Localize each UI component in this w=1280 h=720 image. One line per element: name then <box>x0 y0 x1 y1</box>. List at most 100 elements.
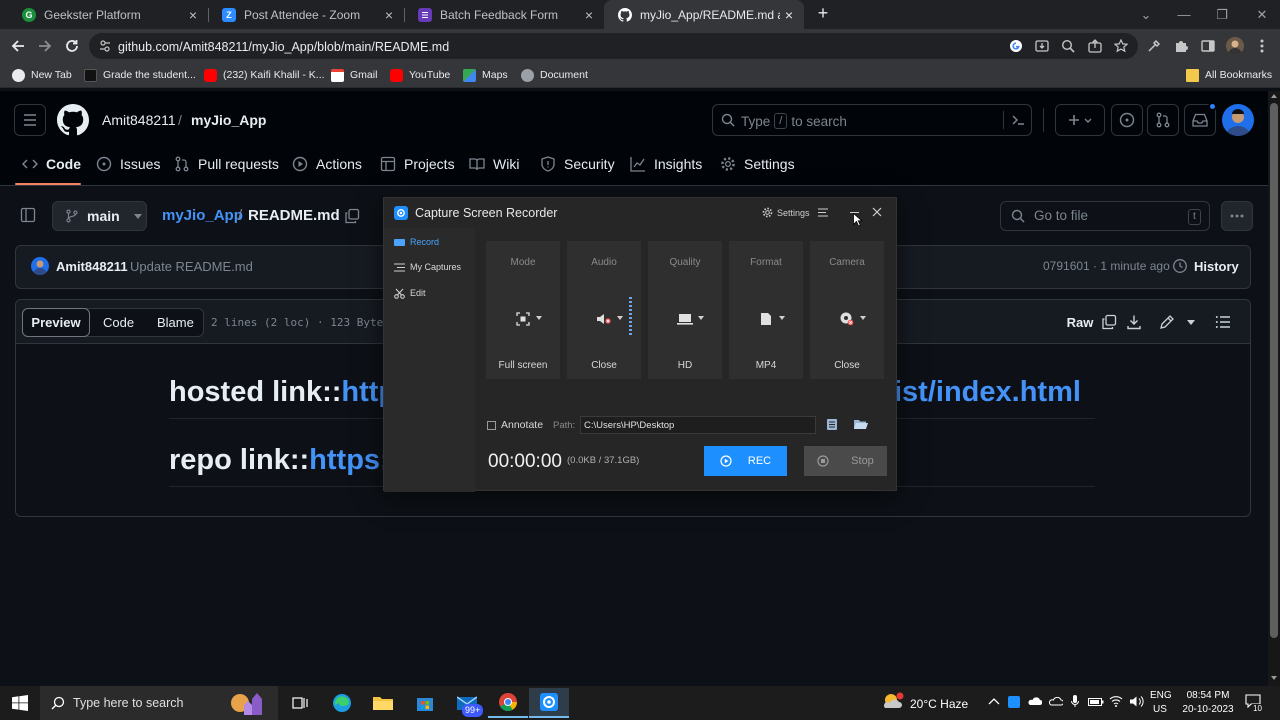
screen-recorder-taskbar-icon[interactable] <box>529 688 569 718</box>
tab-wiki[interactable]: Wiki <box>469 155 519 173</box>
google-lens-icon[interactable] <box>1008 38 1024 54</box>
edit-dropdown-icon[interactable] <box>1187 320 1195 325</box>
weather-icon[interactable] <box>882 692 904 712</box>
forward-arrow-icon[interactable] <box>35 36 55 56</box>
camera-tile[interactable]: Camera Close <box>810 241 884 379</box>
cloud-icon[interactable] <box>1049 697 1063 706</box>
browser-tab-active[interactable]: myJio_App/README.md at main × <box>604 0 804 29</box>
raw-button[interactable]: Raw <box>1062 308 1098 336</box>
all-bookmarks[interactable]: All Bookmarks <box>1186 67 1272 83</box>
rec-button[interactable]: REC <box>704 446 787 476</box>
sidebar-item-record[interactable]: Record <box>384 235 475 249</box>
stop-button[interactable]: Stop <box>804 446 887 476</box>
zoom-icon[interactable] <box>1060 38 1076 54</box>
download-icon[interactable] <box>1126 314 1142 330</box>
tab-projects[interactable]: Projects <box>380 155 455 173</box>
close-window-icon[interactable]: ✕ <box>1244 0 1280 29</box>
commit-author[interactable]: Amit848211 <box>56 259 128 274</box>
history-button[interactable]: History <box>1172 258 1239 274</box>
language-indicator[interactable]: ENG US <box>1150 690 1172 715</box>
audio-tile[interactable]: Audio Close <box>567 241 641 379</box>
tab-insights[interactable]: Insights <box>630 155 702 173</box>
tab-settings[interactable]: Settings <box>720 155 795 173</box>
tab-code[interactable]: Code <box>22 155 81 173</box>
scroll-up-icon[interactable] <box>1271 94 1277 98</box>
bookmark-document[interactable]: Document <box>521 67 588 83</box>
reload-icon[interactable] <box>62 36 82 56</box>
share-icon[interactable] <box>1087 38 1103 54</box>
file-tree-toggle-icon[interactable] <box>20 207 38 225</box>
path-input[interactable]: C:\Users\HP\Desktop <box>580 416 816 434</box>
wifi-icon[interactable] <box>1109 695 1123 707</box>
site-info-icon[interactable] <box>100 40 110 52</box>
breadcrumb-repo-link[interactable]: myJio_App <box>162 207 243 224</box>
close-tab-icon[interactable]: × <box>380 7 398 23</box>
weather-text[interactable]: 20°C Haze <box>910 697 968 711</box>
bookmark-youtube[interactable]: YouTube <box>390 67 450 83</box>
browser-tab[interactable]: G Geekster Platform × <box>8 0 208 29</box>
profile-avatar-icon[interactable] <box>1226 37 1244 55</box>
hamburger-menu-button[interactable] <box>14 104 46 136</box>
copy-path-icon[interactable] <box>344 208 360 224</box>
new-tab-button[interactable]: + <box>813 3 833 25</box>
github-logo-icon[interactable] <box>57 104 89 136</box>
scrollbar-thumb[interactable] <box>1270 103 1278 638</box>
eyedropper-icon[interactable] <box>1146 38 1162 54</box>
restore-window-icon[interactable]: ❐ <box>1204 0 1240 29</box>
bookmark-youtube-video[interactable]: (232) Kaifi Khalil - K... <box>204 67 325 83</box>
tab-search-chevron-icon[interactable]: ⌄ <box>1128 0 1164 29</box>
volume-icon[interactable] <box>1130 696 1144 707</box>
install-app-icon[interactable] <box>1034 38 1050 54</box>
recorder-menu-icon[interactable] <box>818 208 828 217</box>
chrome-icon[interactable] <box>488 688 528 718</box>
edit-pencil-icon[interactable] <box>1159 314 1175 330</box>
hosted-link-end[interactable]: ist/index.html <box>894 376 1081 409</box>
tab-code-view[interactable]: Code <box>103 315 134 330</box>
branch-selector[interactable]: main <box>52 201 147 231</box>
task-view-icon[interactable] <box>280 688 320 718</box>
tab-security[interactable]: Security <box>540 155 615 173</box>
go-to-file-input[interactable]: Go to file t <box>1000 201 1210 231</box>
user-avatar[interactable] <box>1222 104 1254 136</box>
battery-icon[interactable] <box>1088 698 1104 706</box>
quality-tile[interactable]: Quality HD <box>648 241 722 379</box>
repo-owner-link[interactable]: Amit848211 <box>102 112 176 128</box>
recorder-close-icon[interactable] <box>872 207 882 217</box>
bookmark-gmail[interactable]: Gmail <box>331 67 377 83</box>
command-palette-icon[interactable] <box>1011 113 1025 127</box>
windows-start-icon[interactable] <box>0 688 40 718</box>
clock[interactable]: 08:54 PM 20-10-2023 <box>1178 690 1238 715</box>
commit-meta[interactable]: 0791601 · 1 minute ago <box>1043 259 1170 273</box>
create-new-button[interactable] <box>1055 104 1105 136</box>
copy-raw-icon[interactable] <box>1101 314 1117 330</box>
author-avatar[interactable] <box>31 257 49 275</box>
onedrive-icon[interactable] <box>1028 697 1042 706</box>
more-options-button[interactable] <box>1221 201 1253 231</box>
output-list-icon[interactable] <box>827 419 837 430</box>
sidebar-item-edit[interactable]: Edit <box>384 286 475 300</box>
bookmark-maps[interactable]: Maps <box>463 67 508 83</box>
close-tab-icon[interactable]: × <box>580 7 598 23</box>
page-scrollbar[interactable] <box>1268 91 1280 686</box>
scroll-down-icon[interactable] <box>1271 676 1277 680</box>
file-explorer-icon[interactable] <box>363 688 403 718</box>
browser-tab[interactable]: Batch Feedback Form × <box>404 0 604 29</box>
taskbar-search-box[interactable]: Type here to search <box>40 686 278 720</box>
format-tile[interactable]: Format MP4 <box>729 241 803 379</box>
extensions-puzzle-icon[interactable] <box>1173 38 1189 54</box>
mode-tile[interactable]: Mode Full screen <box>486 241 560 379</box>
repo-name-link[interactable]: myJio_App <box>191 112 266 128</box>
recorder-settings-button[interactable]: Settings <box>762 207 810 218</box>
show-hidden-icons-icon[interactable] <box>988 697 1000 705</box>
close-tab-icon[interactable]: × <box>184 7 202 23</box>
edge-browser-icon[interactable] <box>322 688 362 718</box>
minimize-window-icon[interactable]: — <box>1166 0 1202 29</box>
search-input[interactable]: Type / to search <box>712 104 1032 136</box>
close-tab-icon[interactable]: × <box>780 7 798 23</box>
bookmark-new-tab[interactable]: New Tab <box>12 67 72 83</box>
sidebar-item-my-captures[interactable]: My Captures <box>384 260 475 274</box>
issues-icon-button[interactable] <box>1111 104 1143 136</box>
tab-blame[interactable]: Blame <box>157 315 194 330</box>
tab-actions[interactable]: Actions <box>292 155 362 173</box>
open-folder-icon[interactable] <box>854 419 868 430</box>
